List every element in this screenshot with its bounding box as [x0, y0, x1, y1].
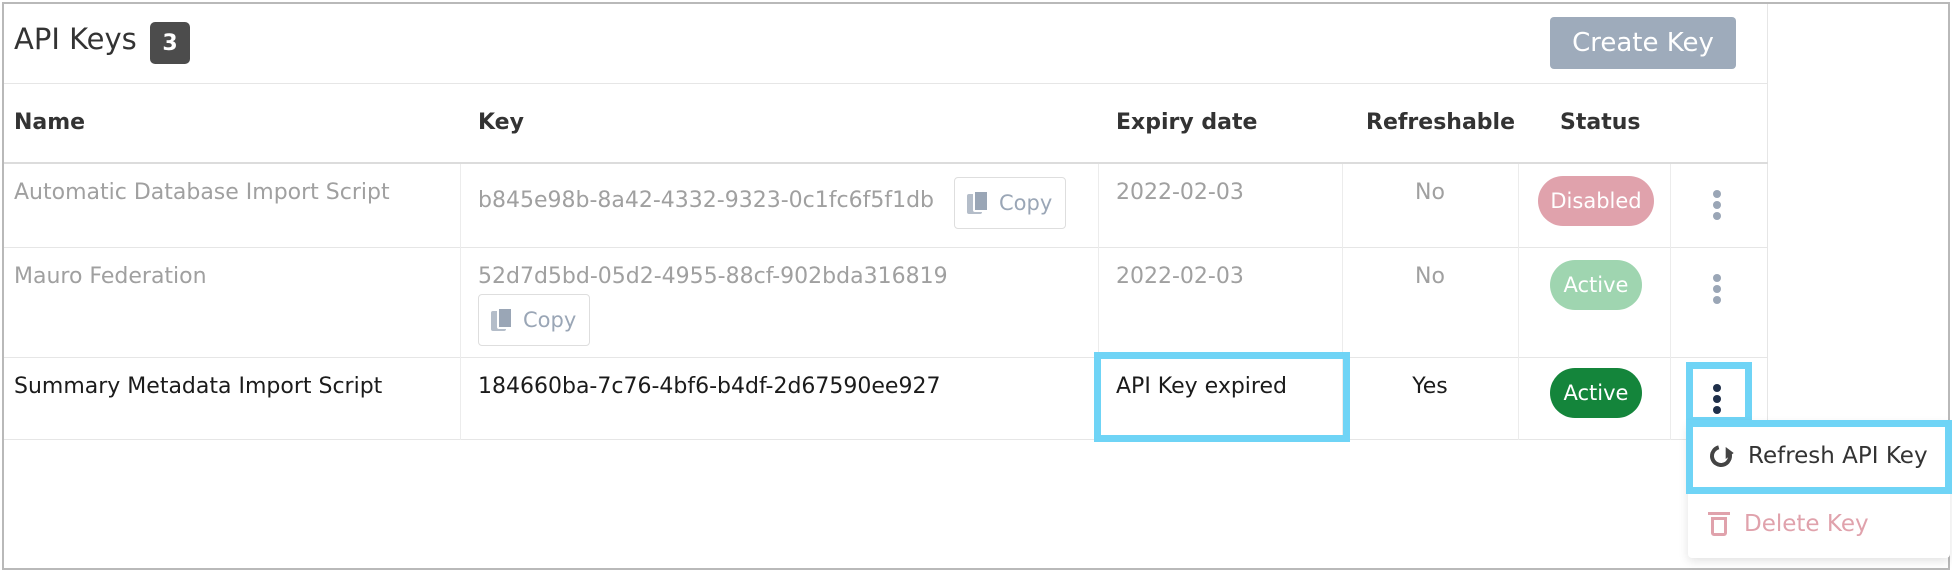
- column-header-key[interactable]: Key: [478, 110, 524, 135]
- key-value: b845e98b-8a42-4332-9323-0c1fc6f5f1db: [478, 188, 934, 213]
- column-header-expiry[interactable]: Expiry date: [1116, 110, 1257, 135]
- status-badge: Active: [1550, 368, 1642, 418]
- expiry-date: 2022-02-03: [1116, 264, 1244, 289]
- refreshable-value: No: [1415, 180, 1445, 205]
- column-header-status[interactable]: Status: [1560, 110, 1640, 135]
- copy-button[interactable]: Copy: [954, 177, 1066, 229]
- table-row: Automatic Database Import Script b845e98…: [4, 164, 1768, 248]
- copy-button[interactable]: Copy: [478, 294, 590, 346]
- api-keys-panel: API Keys 3 Create Key Name Key Expiry da…: [4, 4, 1768, 440]
- refresh-highlight-box: [1686, 420, 1952, 494]
- key-name: Mauro Federation: [14, 264, 207, 289]
- trash-icon: [1708, 512, 1730, 536]
- page-title: API Keys: [14, 22, 137, 56]
- column-header-refreshable[interactable]: Refreshable: [1366, 110, 1515, 135]
- actions-highlight-box: [1686, 362, 1752, 424]
- menu-item-label: Delete Key: [1744, 511, 1869, 537]
- app-window: API Keys 3 Create Key Name Key Expiry da…: [2, 2, 1952, 570]
- refreshable-value: Yes: [1412, 374, 1448, 399]
- create-key-button[interactable]: Create Key: [1550, 17, 1736, 69]
- table-row: Mauro Federation 52d7d5bd-05d2-4955-88cf…: [4, 248, 1768, 358]
- copy-label: Copy: [523, 308, 577, 332]
- key-value: 184660ba-7c76-4bf6-b4df-2d67590ee927: [478, 374, 941, 399]
- status-badge: Active: [1550, 260, 1642, 310]
- table-row: Summary Metadata Import Script 184660ba-…: [4, 358, 1768, 440]
- refreshable-value: No: [1415, 264, 1445, 289]
- key-name: Automatic Database Import Script: [14, 180, 390, 205]
- copy-icon: [967, 190, 989, 216]
- status-badge: Disabled: [1538, 176, 1654, 226]
- copy-icon: [491, 307, 513, 333]
- key-name: Summary Metadata Import Script: [14, 374, 383, 399]
- row-actions-menu-icon[interactable]: [1712, 190, 1722, 220]
- expiry-highlight-box: [1094, 352, 1350, 442]
- row-actions-menu-icon[interactable]: [1712, 274, 1722, 304]
- expiry-date: 2022-02-03: [1116, 180, 1244, 205]
- delete-key-menu-item[interactable]: Delete Key: [1688, 490, 1950, 558]
- panel-header: API Keys 3 Create Key: [4, 4, 1768, 84]
- key-count-badge: 3: [150, 22, 190, 64]
- copy-label: Copy: [999, 191, 1053, 215]
- column-header-name[interactable]: Name: [14, 110, 85, 135]
- key-value: 52d7d5bd-05d2-4955-88cf-902bda316819: [478, 264, 948, 289]
